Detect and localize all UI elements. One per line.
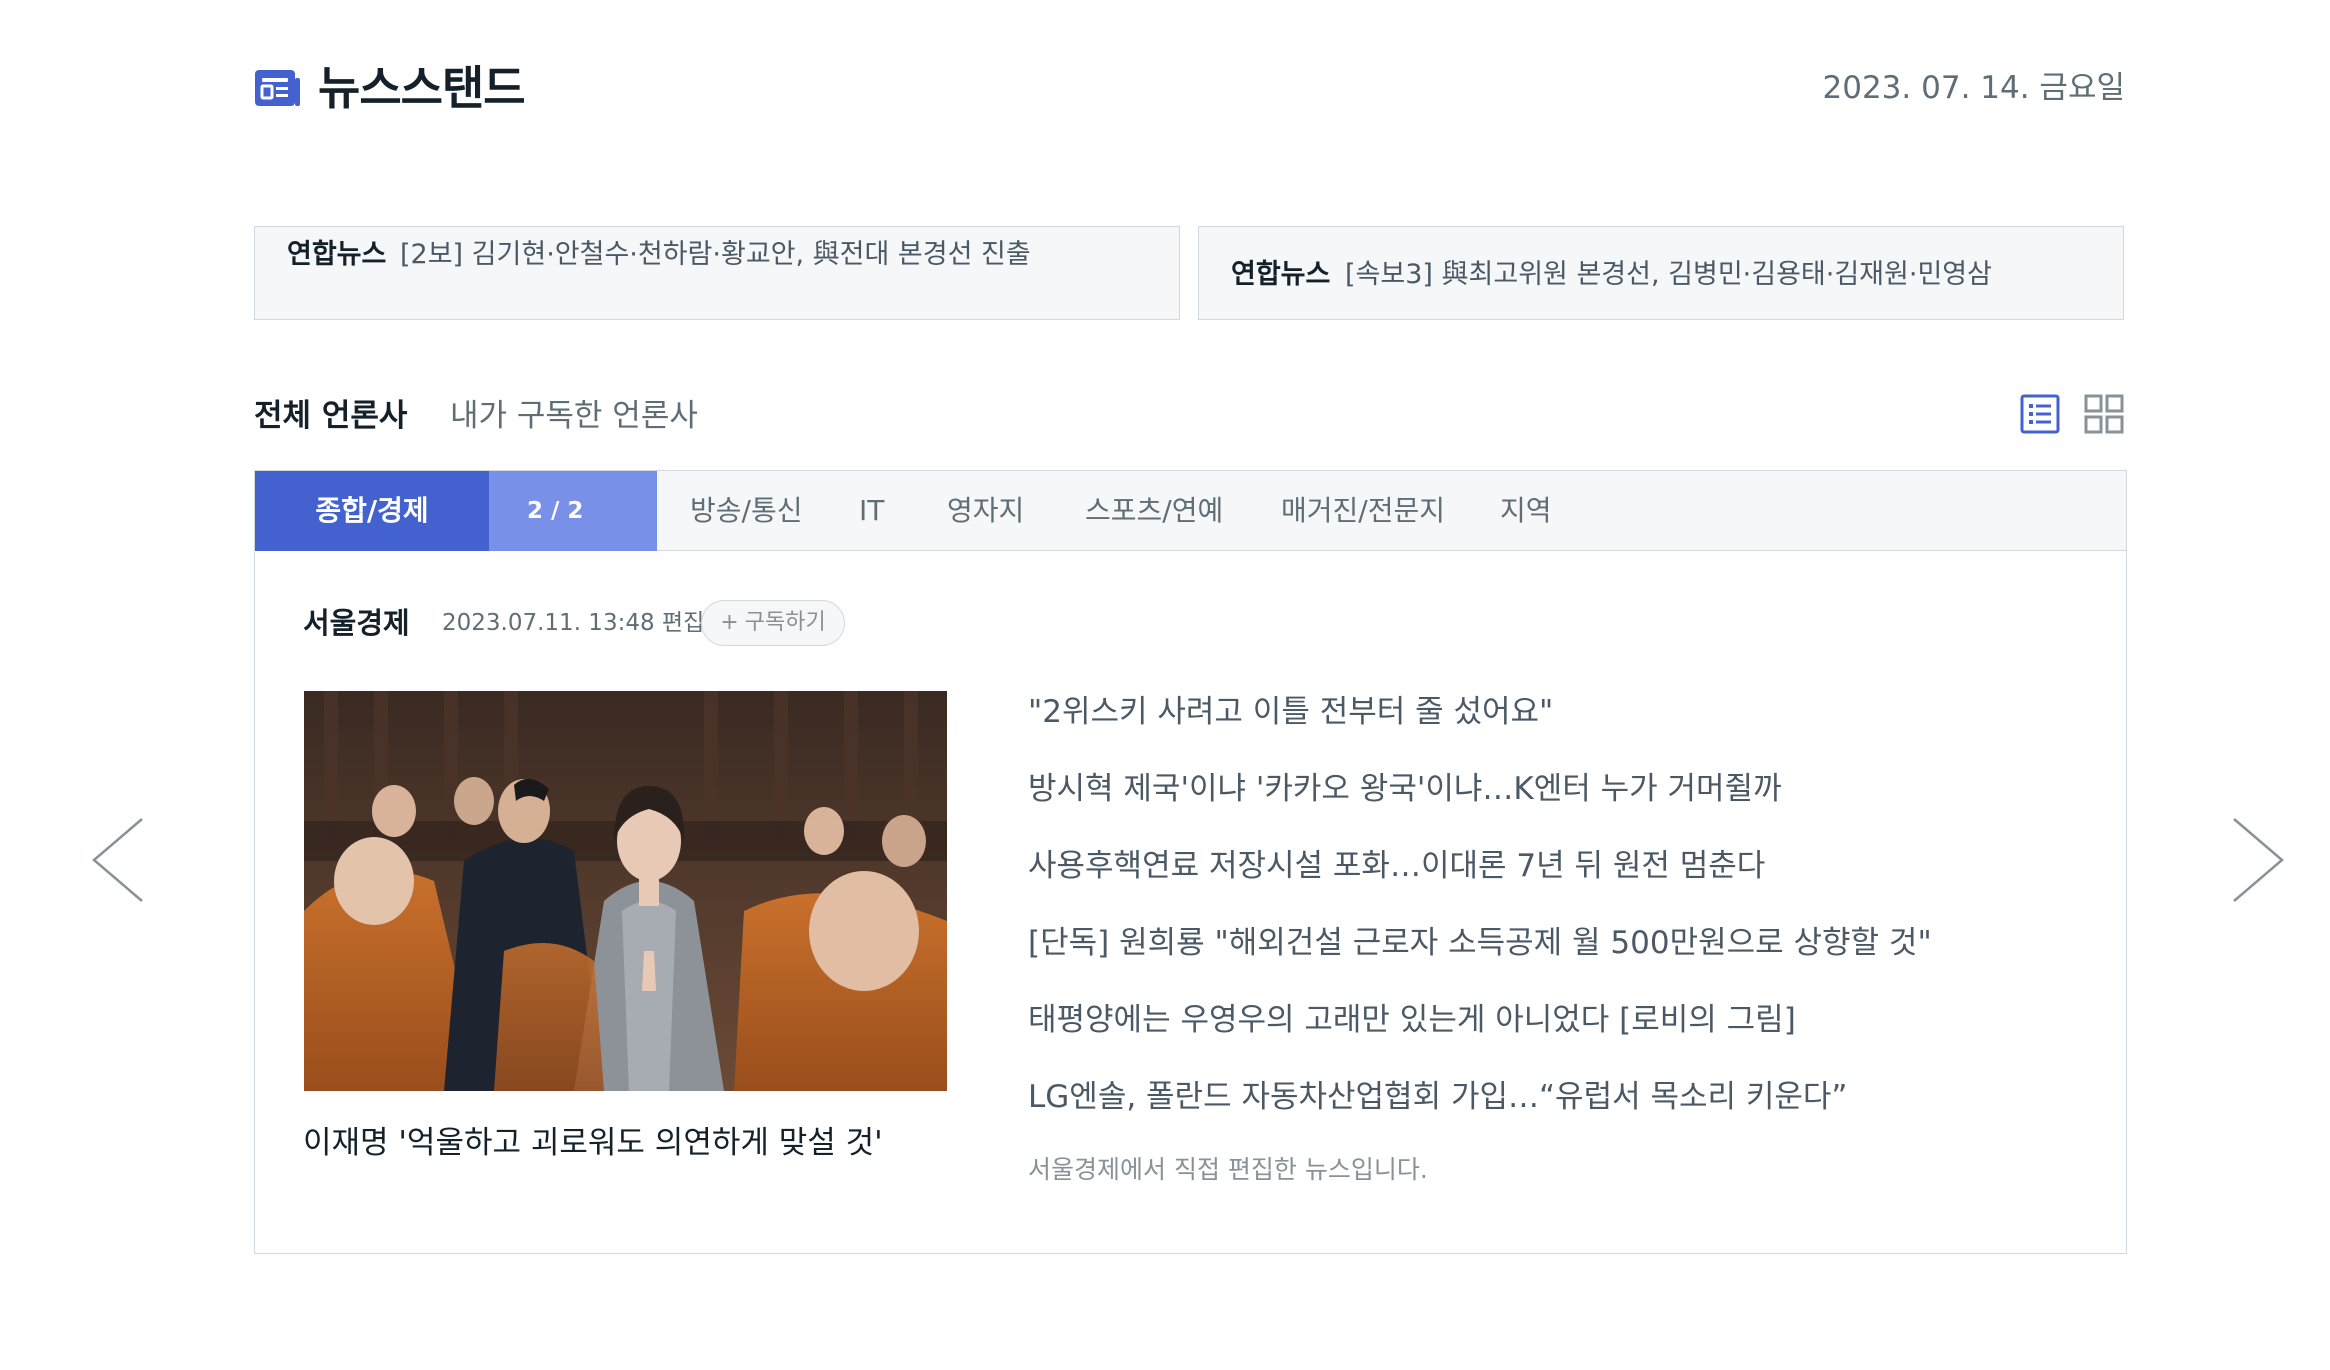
news-list: "2위스키 사려고 이틀 전부터 줄 섰어요" 방시혁 제국'이냐 '카카오 왕…: [1028, 690, 1932, 1152]
editorial-note: 서울경제에서 직접 편집한 뉴스입니다.: [1028, 1155, 1428, 1184]
tab-subscribed-press[interactable]: 내가 구독한 언론사: [450, 394, 698, 438]
subscribe-label: 구독하기: [744, 610, 826, 635]
tab-category-it[interactable]: IT: [859, 471, 884, 551]
tab-page-counter: 2 / 2: [489, 471, 657, 551]
list-view-icon[interactable]: [2020, 394, 2060, 434]
subscribe-button[interactable]: + 구독하기: [701, 600, 845, 646]
newsstand-logo-icon: [255, 70, 300, 106]
tab-category-sports[interactable]: 스포츠/연예: [1085, 471, 1223, 551]
tab-category-english[interactable]: 영자지: [947, 471, 1024, 551]
news-item[interactable]: 사용후핵연료 저장시설 포화…이대론 7년 뒤 원전 멈춘다: [1028, 844, 1932, 921]
headline-title[interactable]: [2보] 김기현·안철수·천하람·황교안, 與전대 본경선 진출: [400, 235, 1031, 275]
main-article-title[interactable]: 이재명 '억울하고 괴로워도 의연하게 맞설 것': [303, 1121, 883, 1165]
main-article-thumbnail[interactable]: [304, 691, 947, 1091]
tab-category-general-economy[interactable]: 종합/경제: [255, 471, 489, 551]
news-item[interactable]: "2위스키 사려고 이틀 전부터 줄 섰어요": [1028, 690, 1932, 767]
grid-view-icon[interactable]: [2084, 394, 2124, 434]
headline-source[interactable]: 연합뉴스: [287, 235, 386, 275]
news-item[interactable]: [단독] 원희룡 "해외건설 근로자 소득공제 월 500만원으로 상향할 것": [1028, 921, 1932, 998]
press-logo[interactable]: 서울경제: [303, 602, 410, 644]
chevron-right-icon[interactable]: [2230, 815, 2286, 905]
current-date: 2023. 07. 14. 금요일: [1822, 70, 2125, 106]
headline-title[interactable]: [속보3] 與최고위원 본경선, 김병민·김용태·김재원·민영삼: [1345, 255, 1992, 295]
chevron-left-icon[interactable]: [90, 815, 146, 905]
tab-category-broadcast[interactable]: 방송/통신: [690, 471, 802, 551]
news-item[interactable]: 태평양에는 우영우의 고래만 있는게 아니었다 [로비의 그림]: [1028, 998, 1932, 1075]
tab-category-magazine[interactable]: 매거진/전문지: [1281, 471, 1445, 551]
edit-timestamp: 2023.07.11. 13:48 편집: [442, 610, 705, 636]
plus-icon: +: [720, 610, 739, 635]
rolling-headline-2: 연합뉴스 [속보3] 與최고위원 본경선, 김병민·김용태·김재원·민영삼: [1198, 226, 2124, 320]
rolling-headline-1: 연합뉴스 [2보] 김기현·안철수·천하람·황교안, 與전대 본경선 진출: [254, 226, 1180, 320]
page-title[interactable]: 뉴스스탠드: [318, 58, 526, 118]
tab-category-regional[interactable]: 지역: [1500, 471, 1552, 551]
tab-all-press[interactable]: 전체 언론사: [254, 394, 407, 438]
headline-source[interactable]: 연합뉴스: [1231, 255, 1330, 295]
news-item[interactable]: LG엔솔, 폴란드 자동차산업협회 가입…“유럽서 목소리 키운다”: [1028, 1075, 1932, 1152]
news-item[interactable]: 방시혁 제국'이냐 '카카오 왕국'이냐…K엔터 누가 거머쥘까: [1028, 767, 1932, 844]
